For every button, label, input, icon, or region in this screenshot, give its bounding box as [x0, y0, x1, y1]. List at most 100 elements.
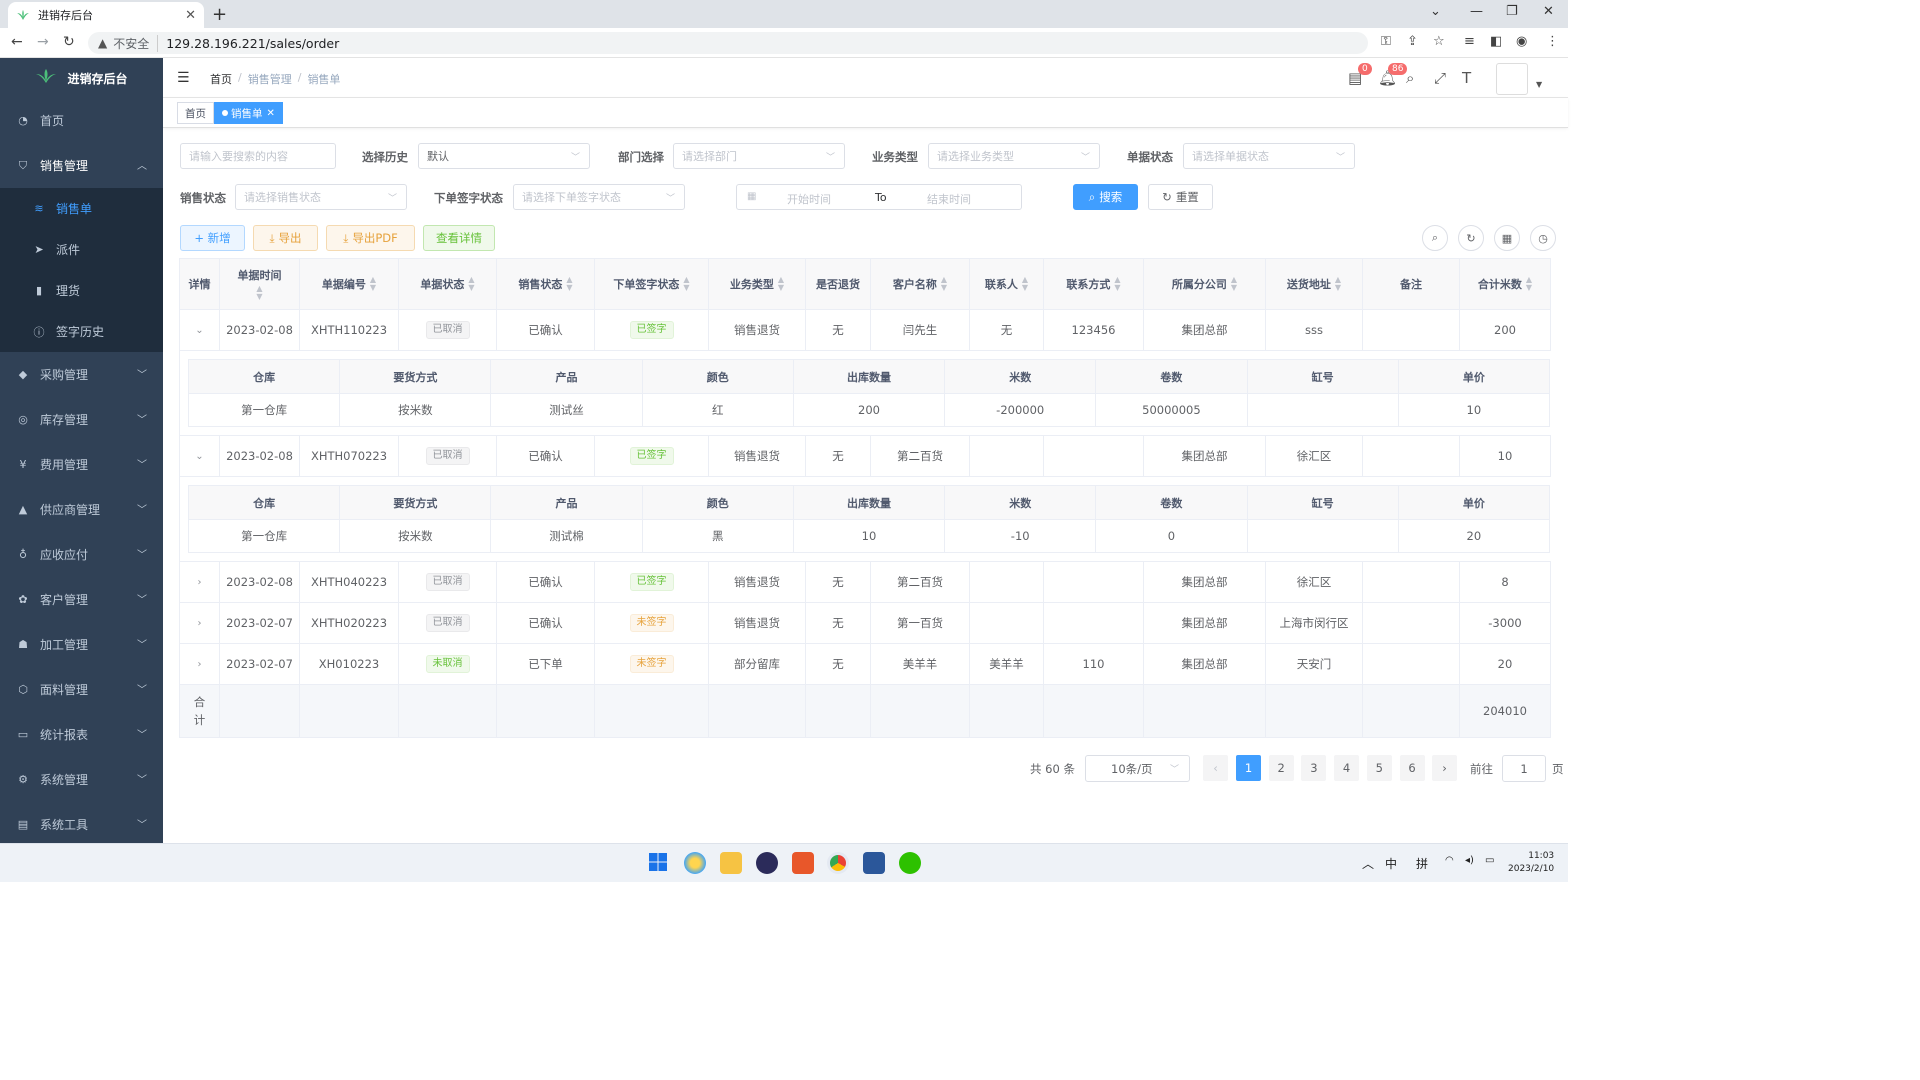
sidebar-subitem-sign-history[interactable]: ⓘ 签字历史	[0, 311, 163, 352]
page-number-button[interactable]: 3	[1301, 755, 1327, 781]
expand-cell[interactable]: ›	[180, 644, 220, 684]
url-field[interactable]: ▲ 不安全 129.28.196.221/sales/order	[88, 32, 1368, 54]
chevron-down-icon[interactable]: ⌄	[195, 325, 203, 336]
sidebar-item-system[interactable]: ⚙ 系统管理 ﹀	[0, 757, 163, 802]
file-explorer-icon[interactable]	[720, 852, 742, 874]
expand-cell[interactable]: ⌄	[180, 310, 220, 350]
column-header[interactable]: 合计米数 ▲ ▼	[1460, 259, 1551, 309]
columns-icon[interactable]: ▦	[1494, 225, 1520, 251]
prev-page-icon[interactable]: ‹	[1203, 755, 1228, 781]
add-button[interactable]: + 新增	[180, 225, 245, 251]
tray-chevron-up-icon[interactable]: ︿	[1362, 855, 1374, 872]
fullscreen-icon[interactable]: ⤢	[1434, 69, 1446, 87]
page-number-button[interactable]: 6	[1399, 755, 1425, 781]
ime-chinese[interactable]: 中	[1385, 855, 1397, 872]
share-icon[interactable]: ⇪	[1407, 34, 1418, 49]
page-number-button[interactable]: 1	[1236, 755, 1261, 781]
column-header[interactable]: 联系方式 ▲ ▼	[1044, 259, 1144, 309]
sidebar-subitem-dispatch[interactable]: ➤ 派件	[0, 229, 163, 270]
table-row[interactable]: ⌄ 2023-02-08 XHTH070223 已取消 已确认 已签字 销售退货 无 第二百货 集…	[180, 436, 1551, 477]
sidebar-item-sales[interactable]: ⛉ 销售管理 ︿	[0, 143, 163, 188]
restore-icon[interactable]: ❐	[1506, 4, 1518, 19]
browser-menu-icon[interactable]: ⋮	[1546, 34, 1559, 49]
chevron-down-icon[interactable]: ⌄	[195, 451, 203, 462]
sort-caret-icon[interactable]: ▲ ▼	[778, 276, 784, 292]
clock[interactable]: 11:03 2023/2/10	[1508, 850, 1554, 876]
window-close-icon[interactable]: ✕	[1543, 4, 1554, 19]
search-button[interactable]: ⌕ 搜索	[1073, 184, 1138, 210]
tab-list-chevron-icon[interactable]: ⌄	[1430, 4, 1441, 19]
back-icon[interactable]: ←	[11, 34, 23, 50]
chevron-right-icon[interactable]: ›	[198, 618, 202, 629]
sidebar-item-expense[interactable]: ¥ 费用管理 ﹀	[0, 442, 163, 487]
next-page-icon[interactable]: ›	[1432, 755, 1457, 781]
sidebar-item-tools[interactable]: ▤ 系统工具 ﹀	[0, 802, 163, 843]
profile-icon[interactable]: ◉	[1516, 34, 1527, 49]
key-icon[interactable]: ⚿	[1381, 34, 1391, 49]
sidebar-item-home[interactable]: ◔ 首页	[0, 98, 163, 143]
sales-status-select[interactable]: 请选择销售状态 ﹀	[235, 184, 407, 210]
sort-caret-icon[interactable]: ▲ ▼	[468, 276, 474, 292]
sort-caret-icon[interactable]: ▲ ▼	[683, 276, 689, 292]
sort-caret-icon[interactable]: ▲ ▼	[370, 276, 376, 292]
view-details-button[interactable]: 查看详情	[423, 225, 495, 251]
column-header[interactable]: 下单签字状态 ▲ ▼	[595, 259, 709, 309]
reload-icon[interactable]: ↻	[63, 34, 75, 50]
history-select[interactable]: 默认 ﹀	[418, 143, 590, 169]
dept-select[interactable]: 请选择部门 ﹀	[673, 143, 845, 169]
terminal-app-icon[interactable]	[756, 852, 778, 874]
sidebar-logo[interactable]: 进销存后台	[0, 58, 163, 98]
tab-close-icon[interactable]: ✕	[185, 8, 196, 23]
column-header[interactable]: 所属分公司 ▲ ▼	[1144, 259, 1266, 309]
sidebar-item-inventory[interactable]: ◎ 库存管理 ﹀	[0, 397, 163, 442]
breadcrumb-home[interactable]: 首页	[210, 71, 232, 87]
doc-status-select[interactable]: 请选择单据状态 ﹀	[1183, 143, 1355, 169]
bookmark-star-icon[interactable]: ☆	[1433, 34, 1445, 49]
wechat-icon[interactable]	[899, 852, 921, 874]
ime-pinyin[interactable]: 拼	[1416, 855, 1428, 872]
column-header[interactable]: 单据编号 ▲ ▼	[300, 259, 399, 309]
column-header[interactable]: 客户名称 ▲ ▼	[871, 259, 970, 309]
export-pdf-button[interactable]: ⤓ 导出PDF	[326, 225, 415, 251]
side-panel-icon[interactable]: ◧	[1490, 34, 1502, 49]
expand-cell[interactable]: ›	[180, 603, 220, 643]
sidebar-item-customer[interactable]: ✿ 客户管理 ﹀	[0, 577, 163, 622]
avatar[interactable]	[1496, 63, 1528, 95]
column-header[interactable]: 单据状态 ▲ ▼	[399, 259, 497, 309]
end-date-input[interactable]: 结束时间	[927, 191, 971, 207]
search-input[interactable]: 请输入要搜索的内容	[180, 143, 336, 169]
sidebar-item-reports[interactable]: ▭ 统计报表 ﹀	[0, 712, 163, 757]
sidebar-item-ar-ap[interactable]: ♁ 应收应付 ﹀	[0, 532, 163, 577]
sort-caret-icon[interactable]: ▲ ▼	[1526, 276, 1532, 292]
volume-icon[interactable]: ◂)	[1465, 855, 1474, 866]
sort-caret-icon[interactable]: ▲ ▼	[1335, 276, 1341, 292]
page-number-button[interactable]: 2	[1268, 755, 1294, 781]
chevron-right-icon[interactable]: ›	[198, 659, 202, 670]
expand-cell[interactable]: ⌄	[180, 436, 220, 476]
sidebar-item-supplier[interactable]: ▲ 供应商管理 ﹀	[0, 487, 163, 532]
date-range-picker[interactable]: ▦ 开始时间 To 结束时间	[736, 184, 1022, 210]
table-row[interactable]: › 2023-02-07 XHTH020223 已取消 已确认 未签字 销售退货 无 第一百货 集…	[180, 603, 1551, 644]
column-header[interactable]: 是否退货	[806, 259, 871, 309]
breadcrumb-sales[interactable]: 销售管理	[248, 71, 292, 87]
wifi-icon[interactable]: ◠	[1445, 855, 1454, 866]
biz-type-select[interactable]: 请选择业务类型 ﹀	[928, 143, 1100, 169]
sort-caret-icon[interactable]: ▲ ▼	[1114, 276, 1120, 292]
toggle-search-icon[interactable]: ⌕	[1422, 225, 1448, 251]
expand-cell[interactable]: ›	[180, 562, 220, 602]
reset-button[interactable]: ↻ 重置	[1148, 184, 1213, 210]
history-icon[interactable]: ◷	[1530, 225, 1556, 251]
sidebar-item-fabric[interactable]: ⬡ 面料管理 ﹀	[0, 667, 163, 712]
table-row[interactable]: › 2023-02-08 XHTH040223 已取消 已确认 已签字 销售退货 无 第二百货 集…	[180, 562, 1551, 603]
page-number-button[interactable]: 4	[1334, 755, 1360, 781]
table-row[interactable]: › 2023-02-07 XH010223 未取消 已下单 未签字 部分留库 无 美羊羊 美羊羊 1…	[180, 644, 1551, 685]
word-icon[interactable]	[863, 852, 885, 874]
sidebar-item-processing[interactable]: ☗ 加工管理 ﹀	[0, 622, 163, 667]
refresh-icon[interactable]: ↻	[1458, 225, 1484, 251]
sort-caret-icon[interactable]: ▲ ▼	[1231, 276, 1237, 292]
hamburger-icon[interactable]: ☰	[177, 70, 190, 86]
sign-status-select[interactable]: 请选择下单签字状态 ﹀	[513, 184, 685, 210]
font-size-icon[interactable]: T	[1462, 69, 1471, 87]
forward-icon[interactable]: →	[37, 34, 49, 50]
reading-list-icon[interactable]: ≡	[1464, 34, 1475, 49]
